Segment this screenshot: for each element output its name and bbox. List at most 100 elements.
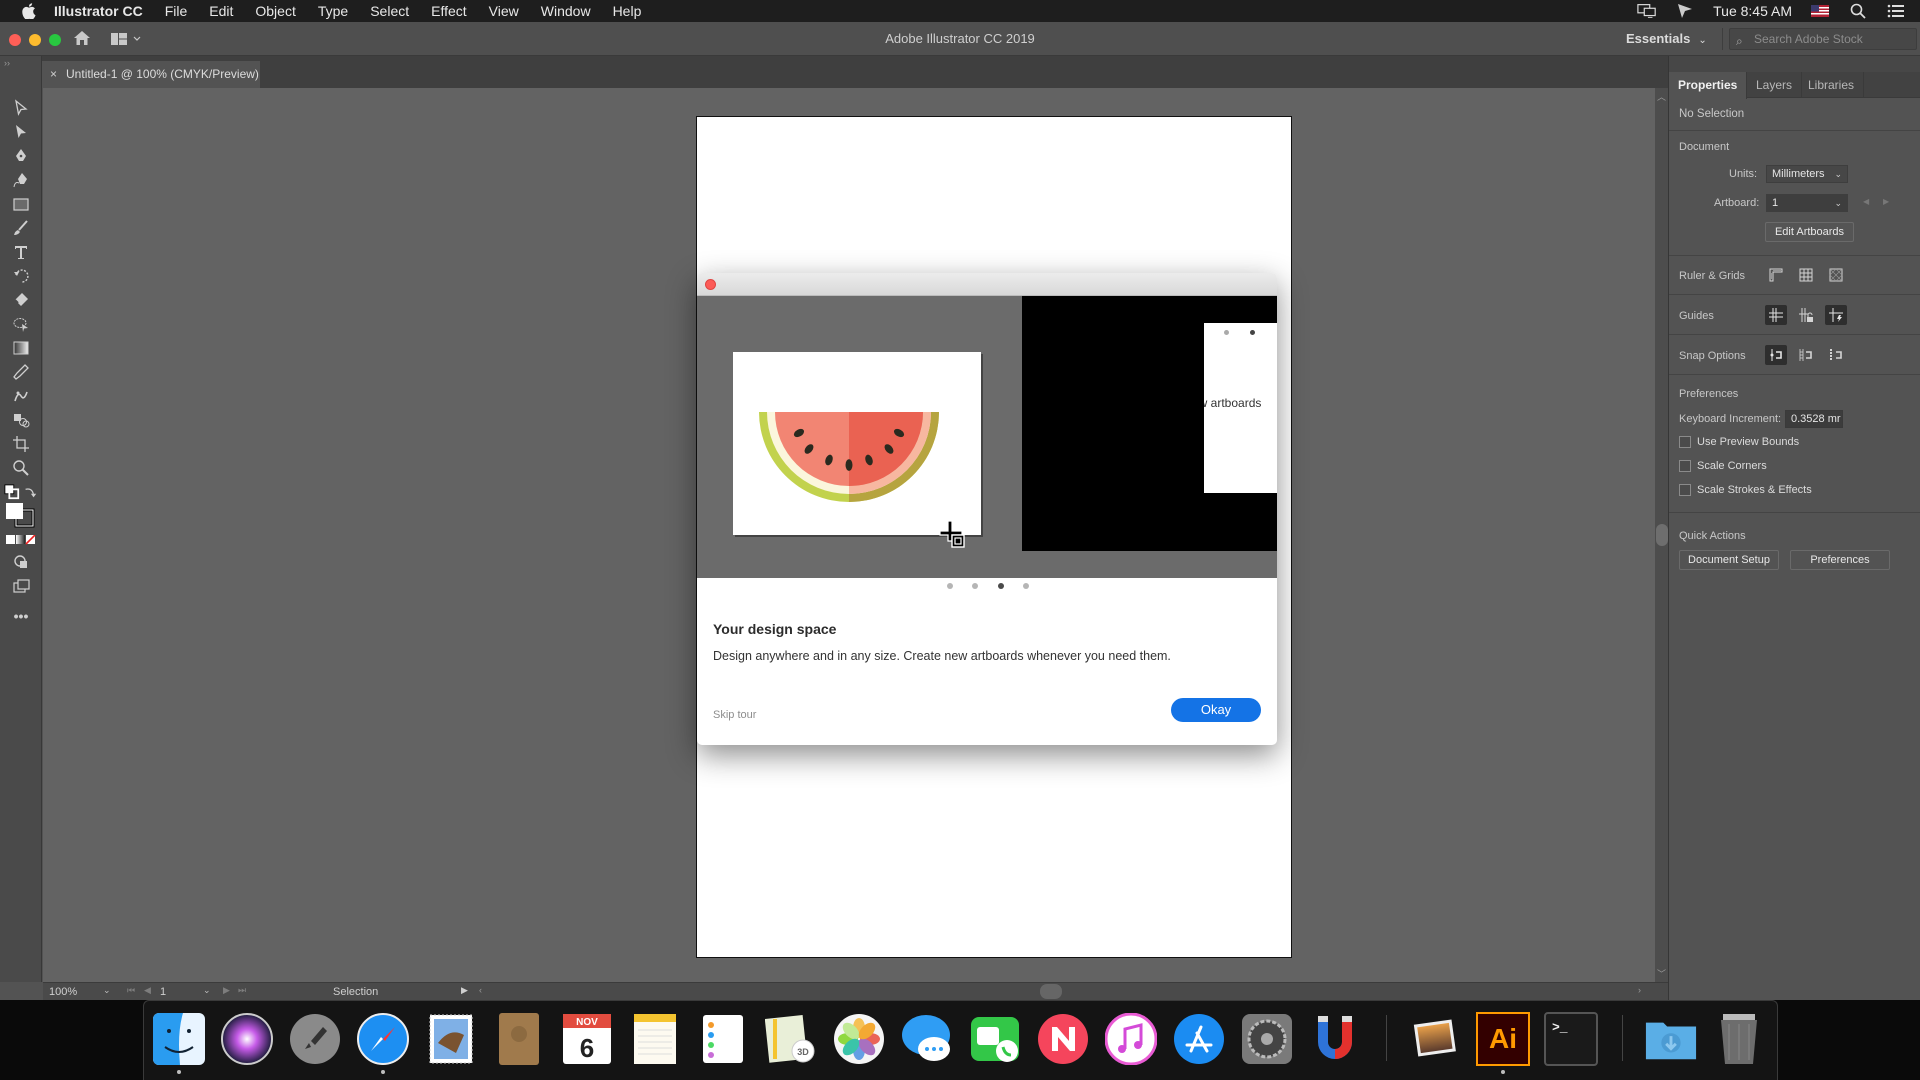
- scale-corners-checkbox[interactable]: [1679, 460, 1691, 472]
- edit-toolbar-more-icon[interactable]: •••: [9, 606, 33, 626]
- carousel-dot-3[interactable]: [998, 583, 1004, 589]
- menu-app-name[interactable]: Illustrator CC: [40, 0, 154, 22]
- menu-edit[interactable]: Edit: [198, 0, 244, 22]
- rectangle-tool-icon[interactable]: [9, 194, 33, 214]
- document-setup-button[interactable]: Document Setup: [1679, 550, 1779, 570]
- screen-mode-icon[interactable]: [9, 576, 33, 596]
- tab-properties[interactable]: Properties: [1669, 72, 1748, 99]
- dock-notes[interactable]: [626, 1010, 684, 1068]
- carousel-dot-2[interactable]: [972, 583, 978, 589]
- dock-downloads[interactable]: [1642, 1010, 1700, 1068]
- preferences-button[interactable]: Preferences: [1790, 550, 1890, 570]
- tab-layers[interactable]: Layers: [1747, 72, 1803, 98]
- dock-preview[interactable]: [1406, 1010, 1464, 1068]
- okay-button[interactable]: Okay: [1171, 698, 1261, 722]
- use-preview-bounds-checkbox[interactable]: [1679, 436, 1691, 448]
- dock-itunes[interactable]: [1102, 1010, 1160, 1068]
- dock-photos[interactable]: [830, 1010, 888, 1068]
- horizontal-scroll-thumb[interactable]: [1040, 984, 1062, 999]
- dock-calendar[interactable]: NOV 6: [558, 1010, 616, 1068]
- transparency-grid-icon[interactable]: [1825, 265, 1847, 285]
- menu-view[interactable]: View: [478, 0, 530, 22]
- rulers-icon[interactable]: [1765, 265, 1787, 285]
- next-artboard-arrow-icon[interactable]: ▶: [1883, 197, 1889, 206]
- clock[interactable]: Tue 8:45 AM: [1713, 3, 1792, 19]
- apple-menu-icon[interactable]: [18, 0, 40, 22]
- selection-tool-icon[interactable]: [9, 98, 33, 118]
- workspace-switcher[interactable]: Essentials ⌄: [1626, 31, 1707, 46]
- carousel-dot-4[interactable]: [1023, 583, 1029, 589]
- eraser-tool-icon[interactable]: [9, 290, 33, 310]
- scale-strokes-effects-label[interactable]: Scale Strokes & Effects: [1697, 484, 1812, 496]
- dock-system-preferences[interactable]: [1238, 1010, 1296, 1068]
- snap-to-pixel-icon[interactable]: [1795, 345, 1817, 365]
- type-tool-icon[interactable]: [9, 242, 33, 262]
- dock-facetime[interactable]: [966, 1010, 1024, 1068]
- first-artboard-icon[interactable]: ⏮: [127, 985, 135, 996]
- dock-safari[interactable]: [354, 1010, 412, 1074]
- default-fill-stroke-icon[interactable]: [4, 482, 20, 502]
- menu-type[interactable]: Type: [307, 0, 359, 22]
- dock-mail[interactable]: [422, 1010, 480, 1068]
- artboard-dropdown[interactable]: 1 ⌄: [1766, 194, 1848, 212]
- dock-reminders[interactable]: [694, 1010, 752, 1068]
- menu-help[interactable]: Help: [602, 0, 653, 22]
- close-tab-icon[interactable]: ×: [50, 67, 57, 81]
- menu-window[interactable]: Window: [530, 0, 602, 22]
- rotate-tool-icon[interactable]: [9, 266, 33, 286]
- blend-tool-icon[interactable]: [9, 410, 33, 430]
- show-guides-icon[interactable]: [1765, 305, 1787, 325]
- dialog-close-button[interactable]: [705, 279, 716, 290]
- previous-artboard-arrow-icon[interactable]: ◀: [1863, 197, 1869, 206]
- zoom-level-field[interactable]: 100%: [49, 985, 103, 999]
- status-menu-arrow-icon[interactable]: ▶: [461, 985, 468, 996]
- grid-icon[interactable]: [1795, 265, 1817, 285]
- display-mirroring-icon[interactable]: [1637, 2, 1657, 20]
- scale-strokes-effects-checkbox[interactable]: [1679, 484, 1691, 496]
- dock-siri[interactable]: [218, 1010, 276, 1068]
- shape-builder-tool-icon[interactable]: [9, 314, 33, 334]
- artboard-dropdown-chevron-icon[interactable]: ⌄: [203, 985, 211, 996]
- snap-to-grid-icon[interactable]: [1825, 345, 1847, 365]
- skip-tour-link[interactable]: Skip tour: [713, 709, 756, 721]
- dock-launchpad[interactable]: [286, 1010, 344, 1068]
- curvature-tool-icon[interactable]: [9, 170, 33, 190]
- tools-panel-grip[interactable]: ››: [0, 56, 42, 88]
- draw-mode-icon[interactable]: [9, 552, 33, 572]
- vertical-scrollbar[interactable]: ︿ ﹀: [1655, 88, 1668, 982]
- use-preview-bounds-label[interactable]: Use Preview Bounds: [1697, 436, 1799, 448]
- adobe-stock-search-input[interactable]: ⌕ Search Adobe Stock: [1729, 28, 1917, 50]
- dock-trash[interactable]: [1710, 1010, 1768, 1068]
- paintbrush-tool-icon[interactable]: [9, 218, 33, 238]
- dock-terminal[interactable]: >_: [1542, 1010, 1600, 1068]
- scroll-down-icon[interactable]: ﹀: [1655, 967, 1668, 980]
- notification-center-icon[interactable]: [1886, 2, 1906, 20]
- document-tab[interactable]: × Untitled-1 @ 100% (CMYK/Preview): [42, 61, 260, 88]
- dock-news[interactable]: [1034, 1010, 1092, 1068]
- current-tool-status[interactable]: Selection: [333, 985, 378, 999]
- keyboard-increment-input[interactable]: 0.3528 mr: [1785, 410, 1843, 428]
- smart-guides-icon[interactable]: [1825, 305, 1847, 325]
- menu-file[interactable]: File: [154, 0, 199, 22]
- zoom-tool-icon[interactable]: [9, 458, 33, 478]
- vertical-scroll-thumb[interactable]: [1656, 524, 1668, 546]
- dock-messages[interactable]: [898, 1010, 956, 1068]
- carousel-dot-1[interactable]: [947, 583, 953, 589]
- edit-artboards-button[interactable]: Edit Artboards: [1765, 222, 1854, 242]
- lock-guides-icon[interactable]: [1795, 305, 1817, 325]
- dock-magnet[interactable]: [1306, 1010, 1364, 1068]
- scroll-right-icon[interactable]: ›: [1638, 985, 1641, 995]
- menu-select[interactable]: Select: [359, 0, 420, 22]
- artboard-tool-icon[interactable]: [9, 434, 33, 454]
- scale-corners-label[interactable]: Scale Corners: [1697, 460, 1767, 472]
- dock-app-store[interactable]: [1170, 1010, 1228, 1068]
- menu-object[interactable]: Object: [244, 0, 306, 22]
- last-artboard-icon[interactable]: ⏭: [238, 985, 246, 996]
- previous-artboard-icon[interactable]: ◀: [144, 985, 151, 996]
- dock-contacts[interactable]: [490, 1010, 548, 1068]
- scroll-left-icon[interactable]: ‹: [479, 985, 482, 995]
- artboard-number-field[interactable]: 1: [160, 985, 200, 999]
- color-none-modes[interactable]: [6, 534, 36, 546]
- dock-illustrator[interactable]: Ai: [1474, 1010, 1532, 1074]
- units-dropdown[interactable]: Millimeters ⌄: [1766, 165, 1848, 183]
